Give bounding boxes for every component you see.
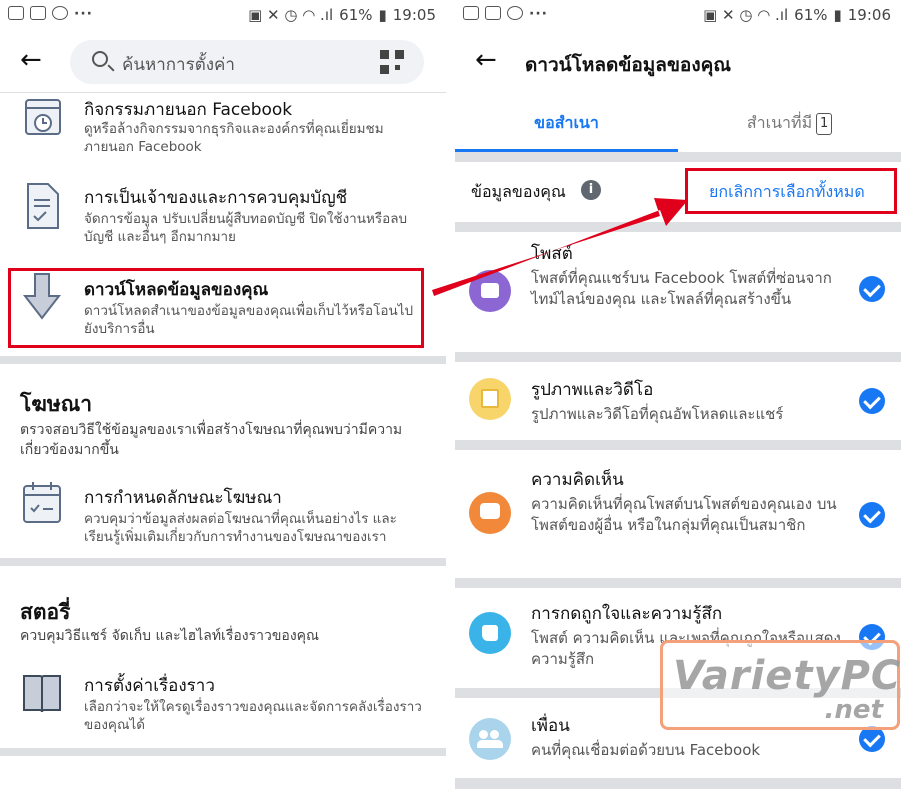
annotation-arrow-icon — [432, 198, 688, 296]
